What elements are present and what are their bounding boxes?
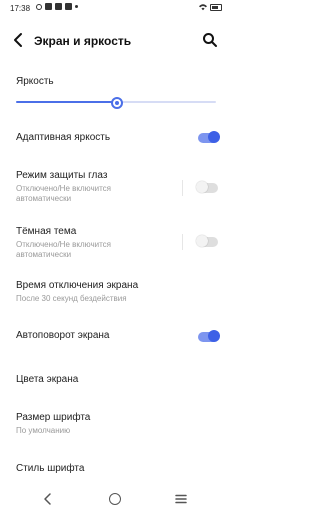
toggle-knob [208,131,220,143]
settings-gear-icon [36,3,42,10]
adaptive-brightness-title: Адаптивная яркость [16,132,111,143]
status-icons [36,3,78,10]
font-size-title: Размер шрифта [16,412,91,423]
font-style-row[interactable]: Стиль шрифта [16,463,216,474]
screen-colors-row[interactable]: Цвета экрана [16,374,216,385]
toggle-knob [196,235,208,247]
eye-protection-subtitle: Отключено/Не включится автоматически [16,184,111,203]
font-style-title: Стиль шрифта [16,463,85,474]
status-right [199,3,222,11]
dark-theme-subtitle: Отключено/Не включится автоматически [16,240,111,259]
autorotate-title: Автоповорот экрана [16,330,110,341]
brightness-label: Яркость [16,76,54,87]
adaptive-brightness-toggle[interactable] [198,131,220,143]
slider-track-rest [116,101,216,103]
status-time: 17:38 [10,4,31,13]
battery-icon [210,3,222,11]
mail-icon [55,3,62,10]
page-title: Экран и яркость [34,34,132,48]
search-icon[interactable] [202,32,218,48]
wifi-icon [199,4,207,11]
font-size-subtitle: По умолчанию [16,426,71,435]
autorotate-toggle[interactable] [198,330,220,342]
adaptive-brightness-row[interactable]: Адаптивная яркость [16,132,216,143]
more-notifications-dot-icon [75,5,78,8]
navigation-bar [0,486,230,512]
screen-timeout-subtitle: После 30 секунд бездействия [16,294,127,303]
eye-protection-title: Режим защиты глаз [16,170,108,181]
screen-timeout-row[interactable]: Время отключения экрана После 30 секунд … [16,280,216,304]
toggle-knob [196,181,208,193]
brightness-row: Яркость [16,76,216,87]
slider-thumb[interactable] [111,97,123,109]
back-arrow-icon[interactable] [12,32,26,48]
shield-icon [45,3,52,10]
nav-home-icon[interactable] [109,493,121,505]
nav-recents-menu-icon[interactable] [175,494,187,504]
eye-protection-toggle[interactable] [196,181,218,193]
dark-theme-row[interactable]: Тёмная тема Отключено/Не включится автом… [16,226,216,260]
message-icon [65,3,72,10]
status-bar: 17:38 [0,0,230,18]
autorotate-row[interactable]: Автоповорот экрана [16,330,216,341]
dark-theme-toggle[interactable] [196,235,218,247]
divider [182,234,183,250]
eye-protection-row[interactable]: Режим защиты глаз Отключено/Не включится… [16,170,216,204]
font-size-row[interactable]: Размер шрифта По умолчанию [16,412,216,436]
divider [182,180,183,196]
nav-back-icon[interactable] [42,492,54,506]
dark-theme-title: Тёмная тема [16,226,77,237]
slider-track-active [16,101,116,103]
toggle-knob [208,330,220,342]
brightness-slider[interactable] [16,96,216,109]
app-bar: Экран и яркость [0,26,230,54]
screen-colors-title: Цвета экрана [16,374,79,385]
screen-timeout-title: Время отключения экрана [16,280,139,291]
